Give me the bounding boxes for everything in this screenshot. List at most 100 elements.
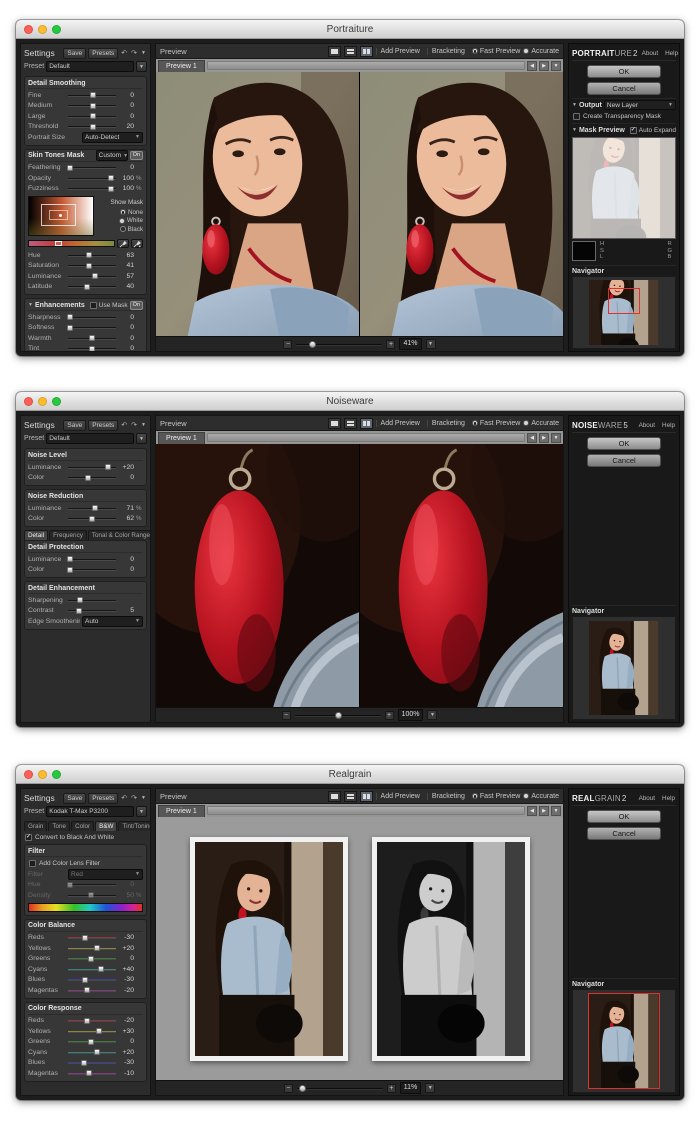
- slider-handle[interactable]: [67, 882, 73, 888]
- navigator-thumbnail[interactable]: [589, 994, 658, 1088]
- minimize-button[interactable]: [38, 25, 47, 34]
- preset-dropdown[interactable]: Default: [46, 433, 134, 444]
- view-split-vertical-icon[interactable]: [360, 46, 373, 57]
- zoom-dropdown-icon[interactable]: ▼: [427, 710, 437, 720]
- slider-track[interactable]: [68, 163, 116, 172]
- save-button[interactable]: Save: [63, 793, 86, 804]
- transparency-mask-checkbox[interactable]: [573, 113, 580, 120]
- slider-handle[interactable]: [86, 1070, 92, 1076]
- slider-track[interactable]: [68, 1058, 116, 1067]
- slider-handle[interactable]: [89, 335, 95, 341]
- slider-handle[interactable]: [82, 935, 88, 941]
- slider-handle[interactable]: [92, 505, 98, 511]
- preview-canvas[interactable]: [156, 444, 563, 707]
- tab-scroll-left-icon[interactable]: ◀: [527, 433, 537, 443]
- lens-filter-dropdown[interactable]: Red▼: [68, 869, 143, 880]
- zoom-slider-handle[interactable]: [335, 712, 342, 719]
- cancel-button[interactable]: Cancel: [587, 827, 661, 840]
- slider-handle[interactable]: [92, 273, 98, 279]
- slider-track[interactable]: [68, 514, 116, 523]
- tabstrip-scrollbar[interactable]: [207, 806, 525, 815]
- slider-track[interactable]: [68, 313, 116, 322]
- preset-dropdown-button[interactable]: ▼: [136, 433, 147, 444]
- slider-track[interactable]: [68, 1016, 116, 1025]
- zoom-slider-handle[interactable]: [309, 341, 316, 348]
- convert-bw-checkbox[interactable]: ✓: [25, 834, 32, 841]
- slider-handle[interactable]: [67, 325, 73, 331]
- preview-before-image[interactable]: [190, 837, 348, 1061]
- eyedropper-icon[interactable]: [117, 239, 129, 248]
- ok-button[interactable]: OK: [587, 65, 661, 78]
- help-button[interactable]: Help: [661, 795, 676, 802]
- accurate-radio[interactable]: Accurate: [523, 793, 559, 800]
- slider-handle[interactable]: [105, 464, 111, 470]
- slider-track[interactable]: [68, 504, 116, 513]
- presets-button[interactable]: Presets: [88, 48, 118, 59]
- help-button[interactable]: Help: [664, 50, 679, 57]
- slider-handle[interactable]: [90, 113, 96, 119]
- slider-handle[interactable]: [88, 956, 94, 962]
- slider-handle[interactable]: [85, 475, 91, 481]
- zoom-slider[interactable]: [296, 340, 382, 349]
- view-split-horizontal-icon[interactable]: [344, 791, 357, 802]
- tab-color[interactable]: Color: [71, 821, 94, 831]
- view-single-icon[interactable]: [328, 791, 341, 802]
- save-button[interactable]: Save: [63, 420, 86, 431]
- slider-handle[interactable]: [89, 346, 95, 352]
- zoom-in-button[interactable]: +: [386, 340, 395, 349]
- tab-scroll-left-icon[interactable]: ◀: [527, 61, 537, 71]
- tabstrip-scrollbar[interactable]: [207, 433, 525, 442]
- undo-icon[interactable]: ↶: [120, 49, 128, 57]
- tab-scroll-right-icon[interactable]: ▶: [539, 433, 549, 443]
- slider-handle[interactable]: [94, 945, 100, 951]
- help-button[interactable]: Help: [661, 422, 676, 429]
- preview-before-image[interactable]: [156, 72, 359, 336]
- redo-icon[interactable]: ↷: [130, 49, 138, 57]
- about-button[interactable]: About: [641, 50, 659, 57]
- redo-icon[interactable]: ↷: [130, 794, 138, 802]
- tab-scroll-right-icon[interactable]: ▶: [539, 806, 549, 816]
- add-preview-button[interactable]: Add Preview: [376, 48, 424, 55]
- ok-button[interactable]: OK: [587, 810, 661, 823]
- minimize-button[interactable]: [38, 770, 47, 779]
- preset-dropdown[interactable]: Kodak T-Max P3200: [46, 806, 134, 817]
- navigator-thumbnail[interactable]: [589, 280, 658, 345]
- slider-track[interactable]: [68, 112, 116, 121]
- portrait-size-dropdown[interactable]: Auto-Detect▼: [82, 132, 143, 143]
- show-mask-white-radio[interactable]: White: [97, 217, 143, 224]
- slider-handle[interactable]: [108, 186, 114, 192]
- slider-track[interactable]: [68, 891, 116, 900]
- add-preview-button[interactable]: Add Preview: [376, 793, 424, 800]
- about-button[interactable]: About: [638, 422, 656, 429]
- presets-button[interactable]: Presets: [88, 420, 118, 431]
- tab-bw[interactable]: B&W: [95, 821, 117, 831]
- slider-track[interactable]: [68, 101, 116, 110]
- add-preview-button[interactable]: Add Preview: [376, 420, 424, 427]
- bracketing-button[interactable]: Bracketing: [427, 420, 469, 427]
- cancel-button[interactable]: Cancel: [587, 82, 661, 95]
- slider-handle[interactable]: [67, 165, 73, 171]
- preview-after-image[interactable]: [360, 72, 563, 336]
- preset-dropdown-button[interactable]: ▼: [136, 61, 147, 72]
- tab-menu-icon[interactable]: ▼: [551, 806, 561, 816]
- slider-handle[interactable]: [86, 252, 92, 258]
- slider-track[interactable]: [68, 91, 116, 100]
- tab-frequency[interactable]: Frequency: [49, 530, 87, 540]
- slider-track[interactable]: [68, 555, 116, 564]
- slider-track[interactable]: [68, 251, 116, 260]
- slider-handle[interactable]: [90, 103, 96, 109]
- slider-handle[interactable]: [82, 977, 88, 983]
- view-split-vertical-icon[interactable]: [360, 418, 373, 429]
- slider-handle[interactable]: [89, 516, 95, 522]
- navigator-view-rect[interactable]: [608, 288, 640, 314]
- mask-preview-image[interactable]: [572, 137, 676, 239]
- slider-track[interactable]: [68, 565, 116, 574]
- redo-icon[interactable]: ↷: [130, 421, 138, 429]
- tab-detail[interactable]: Detail: [24, 530, 48, 540]
- tab-tint-toning[interactable]: Tint/Toning: [118, 821, 151, 831]
- preview-tab[interactable]: Preview 1: [158, 60, 205, 72]
- slider-track[interactable]: [68, 975, 116, 984]
- slider-handle[interactable]: [67, 314, 73, 320]
- slider-track[interactable]: [68, 933, 116, 942]
- tab-tone[interactable]: Tone: [48, 821, 70, 831]
